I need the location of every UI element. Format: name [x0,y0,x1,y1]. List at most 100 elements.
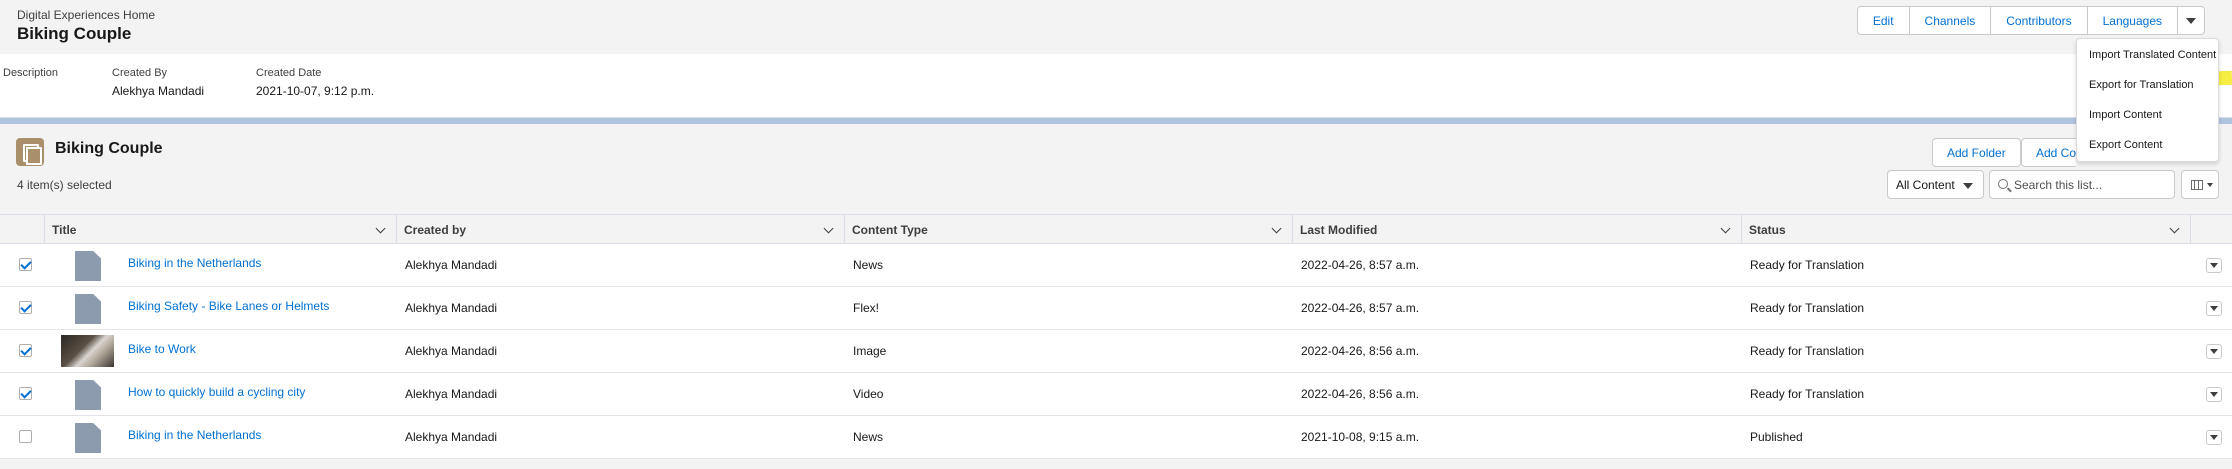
chevron-down-icon [2210,263,2218,268]
chevron-down-icon [2210,306,2218,311]
created-by-cell: Alekhya Mandadi [405,258,498,272]
content-filter-value: All Content [1896,177,1955,192]
chevron-down-icon [2210,392,2218,397]
column-header-last-modified[interactable]: Last Modified [1293,215,1742,244]
table-row[interactable]: How to quickly build a cycling city Alek… [0,373,2232,416]
table-columns-icon [2191,180,2203,190]
page-title: Biking Couple [17,24,132,43]
image-thumbnail [61,335,114,367]
content-title-link[interactable]: Biking in the Netherlands [128,242,261,284]
row-checkbox[interactable] [19,301,32,314]
created-by-label: Created By [112,67,168,79]
created-by-cell: Alekhya Mandadi [405,344,498,358]
row-actions-button[interactable] [2206,301,2222,316]
created-by-cell: Alekhya Mandadi [405,430,498,444]
status-cell: Ready for Translation [1750,258,1865,272]
list-search [1989,170,2175,199]
created-by-value: Alekhya Mandadi [112,84,205,98]
content-title-link[interactable]: How to quickly build a cycling city [128,371,305,413]
channels-button[interactable]: Channels [1910,7,1992,34]
column-header-content-type[interactable]: Content Type [845,215,1293,244]
record-details: Description Created By Alekhya Mandadi C… [0,54,2232,118]
table-row[interactable]: Biking in the Netherlands Alekhya Mandad… [0,416,2232,459]
last-modified-cell: 2022-04-26, 8:57 a.m. [1301,301,1420,315]
column-header-label: Status [1749,222,1786,237]
more-actions-menu: Import Translated Content Export for Tra… [2076,38,2219,162]
content-title-link[interactable]: Biking Safety - Bike Lanes or Helmets [128,285,329,327]
description-label: Description [3,67,59,79]
display-columns-button[interactable] [2181,170,2219,199]
content-type-cell: News [853,258,884,272]
table-header: Title Created by Content Type Last Modif… [0,214,2232,244]
row-actions-button[interactable] [2206,430,2222,445]
column-header-title[interactable]: Title [45,215,397,244]
chevron-down-icon[interactable] [2169,223,2180,234]
status-cell: Ready for Translation [1750,344,1865,358]
more-actions-button[interactable] [2178,7,2204,34]
list-title: Biking Couple [55,140,163,157]
row-actions-button[interactable] [2206,387,2222,402]
content-title-link[interactable]: Biking in the Netherlands [128,414,261,456]
edit-button[interactable]: Edit [1858,7,1910,34]
content-list-card: Biking Couple 4 item(s) selected Add Fol… [0,124,2232,469]
content-type-cell: Video [853,387,884,401]
breadcrumb[interactable]: Digital Experiences Home [17,8,155,22]
row-checkbox[interactable] [19,258,32,271]
selected-count: 4 item(s) selected [17,178,112,192]
chevron-down-icon[interactable] [1720,223,1731,234]
header-button-group: Edit Channels Contributors Languages [1856,6,2205,35]
created-by-cell: Alekhya Mandadi [405,301,498,315]
row-actions-button[interactable] [2206,258,2222,273]
created-by-field: Created By Alekhya Mandadi [112,67,204,98]
column-header-status[interactable]: Status [1742,215,2191,244]
table-row[interactable]: Biking Safety - Bike Lanes or Helmets Al… [0,287,2232,330]
menu-item-import-content[interactable]: Import Content [2089,109,2162,121]
menu-item-import-translated-content[interactable]: Import Translated Content [2089,49,2216,61]
column-header-label: Title [52,222,77,237]
row-checkbox[interactable] [19,387,32,400]
column-header-label: Created by [404,222,467,237]
chevron-down-icon [1963,183,1973,189]
search-input[interactable] [2014,176,2169,194]
created-by-cell: Alekhya Mandadi [405,387,498,401]
row-checkbox[interactable] [19,344,32,357]
description-field: Description [3,67,58,79]
chevron-down-icon[interactable] [1271,223,1282,234]
select-column-header [0,215,45,244]
table-row[interactable]: Bike to Work Alekhya Mandadi Image 2022-… [0,330,2232,373]
menu-item-export-for-translation[interactable]: Export for Translation [2089,79,2194,91]
languages-button[interactable]: Languages [2088,7,2178,34]
content-filter-select[interactable]: All Content [1887,170,1984,199]
search-icon [1998,179,2008,189]
document-icon [75,251,101,281]
last-modified-cell: 2022-04-26, 8:56 a.m. [1301,387,1420,401]
created-date-label: Created Date [256,67,322,79]
created-date-field: Created Date 2021-10-07, 9:12 p.m. [256,67,374,98]
chevron-down-icon [2186,17,2196,24]
chevron-down-icon [2207,183,2213,187]
chevron-down-icon[interactable] [375,223,386,234]
status-cell: Published [1750,430,1803,444]
menu-item-export-content[interactable]: Export Content [2089,139,2162,151]
chevron-down-icon[interactable] [823,223,834,234]
content-title-link[interactable]: Bike to Work [128,328,196,370]
row-actions-button[interactable] [2206,344,2222,359]
column-header-created-by[interactable]: Created by [397,215,845,244]
content-type-cell: Flex! [853,301,880,315]
add-content-button[interactable]: Add Co [2021,138,2076,167]
document-icon [75,423,101,453]
column-header-label: Last Modified [1300,222,1378,237]
folder-content-icon [16,138,44,166]
last-modified-cell: 2022-04-26, 8:56 a.m. [1301,344,1420,358]
status-cell: Ready for Translation [1750,387,1865,401]
created-date-value: 2021-10-07, 9:12 p.m. [256,84,375,98]
column-header-label: Content Type [852,222,928,237]
last-modified-cell: 2022-04-26, 8:57 a.m. [1301,258,1420,272]
table-row[interactable]: Biking in the Netherlands Alekhya Mandad… [0,244,2232,287]
page-header: Digital Experiences Home Biking Couple E… [0,0,2232,54]
last-modified-cell: 2021-10-08, 9:15 a.m. [1301,430,1420,444]
row-checkbox[interactable] [19,430,32,443]
contributors-button[interactable]: Contributors [1991,7,2088,34]
add-folder-button[interactable]: Add Folder [1932,138,2021,167]
chevron-down-icon [2210,349,2218,354]
